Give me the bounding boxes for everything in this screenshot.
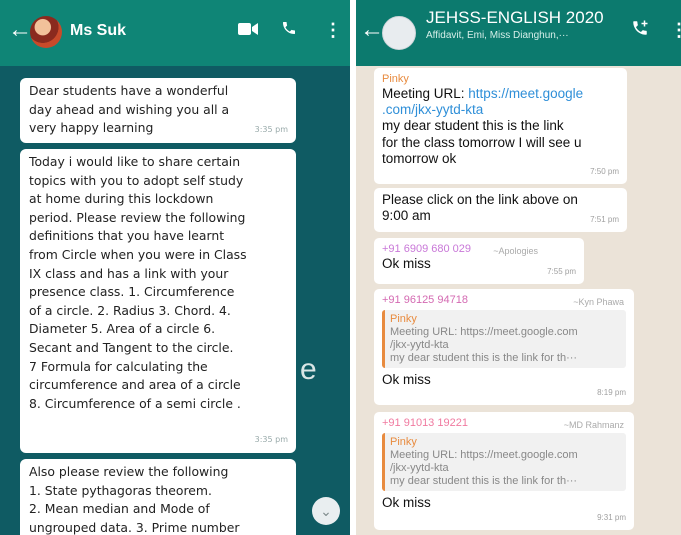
- message-time: 7:51 pm: [590, 214, 619, 224]
- quoted-line: /jkx-yytd-kta: [390, 339, 449, 351]
- message-bubble[interactable]: +91 6909 680 029 ~Apologies Ok miss 7:55…: [374, 238, 584, 284]
- chat-header: ← Ms Suk ⋮: [0, 0, 350, 66]
- message-text: Today i would like to share certain topi…: [29, 154, 247, 411]
- video-call-icon[interactable]: [238, 19, 258, 41]
- sender-name: Pinky: [382, 73, 409, 85]
- right-chat-screen: ← JEHSS-ENGLISH 2020 Affidavit, Emi, Mis…: [356, 0, 681, 535]
- more-options-icon[interactable]: ⋮: [324, 19, 342, 41]
- message-bubble[interactable]: Please click on the link above on 9:00 a…: [374, 188, 627, 232]
- message-label: Meeting URL:: [382, 86, 469, 101]
- message-bubble[interactable]: Pinky Meeting URL: https://meet.google .…: [374, 68, 627, 184]
- left-chat-screen: ← Ms Suk ⋮ Dear students have a wonderfu…: [0, 0, 350, 535]
- message-bubble[interactable]: +91 91013 19221 ~MD Rahmanz Pinky Meetin…: [374, 412, 634, 530]
- message-text: Ok miss: [382, 372, 431, 387]
- message-time: 3:35 pm: [254, 125, 288, 135]
- group-chat-header: ← JEHSS-ENGLISH 2020 Affidavit, Emi, Mis…: [356, 0, 681, 66]
- message-bubble[interactable]: Dear students have a wonderful day ahead…: [20, 78, 296, 143]
- quoted-message[interactable]: Pinky Meeting URL: https://meet.google.c…: [382, 310, 626, 368]
- group-name[interactable]: JEHSS-ENGLISH 2020: [426, 8, 604, 28]
- quoted-line: Meeting URL: https://meet.google.com: [390, 326, 578, 338]
- message-text: Please click on the link above on 9:00 a…: [382, 192, 578, 224]
- message-time: 3:35 pm: [254, 435, 288, 445]
- more-options-icon[interactable]: ⋮: [670, 19, 681, 41]
- quoted-message[interactable]: Pinky Meeting URL: https://meet.google.c…: [382, 433, 626, 491]
- wallpaper-text: e: [300, 353, 317, 386]
- add-call-icon[interactable]: [631, 19, 649, 42]
- quoted-line: Meeting URL: https://meet.google.com: [390, 449, 578, 461]
- scroll-down-button[interactable]: ⌄: [312, 497, 340, 525]
- sender-phone: +91 6909 680 029: [382, 243, 472, 255]
- back-arrow-icon[interactable]: ←: [360, 18, 384, 42]
- quoted-line: my dear student this is the link for th·…: [390, 475, 578, 487]
- message-text: Dear students have a wonderful day ahead…: [29, 83, 230, 136]
- message-text: Also please review the following 1. Stat…: [29, 464, 240, 535]
- message-bubble[interactable]: Today i would like to share certain topi…: [20, 149, 296, 453]
- phone-call-icon[interactable]: [281, 19, 297, 41]
- message-time: 7:55 pm: [547, 266, 576, 276]
- sender-tag: ~MD Rahmanz: [563, 420, 624, 430]
- avatar[interactable]: [30, 16, 62, 48]
- message-time: 8:19 pm: [597, 387, 626, 397]
- contact-name[interactable]: Ms Suk: [70, 22, 126, 40]
- quoted-line: my dear student this is the link for th·…: [390, 352, 578, 364]
- quoted-sender: Pinky: [390, 313, 417, 325]
- message-text: Ok miss: [382, 495, 431, 510]
- quoted-sender: Pinky: [390, 436, 417, 448]
- quoted-line: /jkx-yytd-kta: [390, 462, 449, 474]
- double-chevron-down-icon: ⌄: [320, 503, 332, 519]
- message-time: 7:50 pm: [590, 166, 619, 176]
- message-body: Meeting URL: https://meet.google .com/jk…: [382, 86, 619, 118]
- group-avatar[interactable]: [382, 16, 416, 50]
- message-bubble[interactable]: +91 96125 94718 ~Kyn Phawa Pinky Meeting…: [374, 289, 634, 405]
- sender-tag: ~Kyn Phawa: [573, 297, 624, 307]
- message-time: 9:31 pm: [597, 512, 626, 522]
- message-text: my dear student this is the link for the…: [382, 118, 582, 166]
- sender-tag: ~Apologies: [493, 246, 538, 256]
- group-members[interactable]: Affidavit, Emi, Miss Dianghun,···: [426, 30, 569, 41]
- back-arrow-icon[interactable]: ←: [8, 18, 32, 42]
- message-bubble[interactable]: Also please review the following 1. Stat…: [20, 459, 296, 535]
